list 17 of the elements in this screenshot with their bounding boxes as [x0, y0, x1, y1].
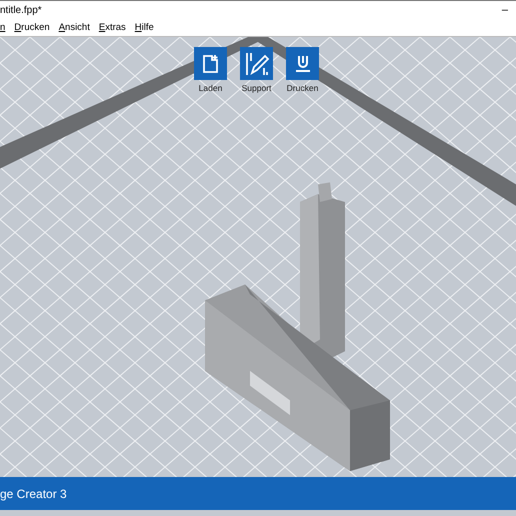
status-text: ge Creator 3 — [0, 486, 67, 502]
file-plus-icon — [202, 54, 220, 74]
menu-item[interactable]: Drucken — [14, 22, 50, 32]
toolbar-button[interactable] — [194, 47, 227, 80]
menu-item[interactable]: Ansicht — [58, 22, 90, 32]
download-icon — [294, 54, 312, 74]
menu-item[interactable]: n — [0, 22, 6, 32]
toolbar-label: Laden — [198, 84, 222, 92]
menu-item[interactable]: Hilfe — [134, 22, 154, 32]
window-title: ntitle.fpp* — [0, 4, 42, 18]
toolbar-button[interactable] — [286, 47, 319, 80]
toolbar-label: Drucken — [286, 84, 318, 92]
menu-item[interactable]: Extras — [98, 22, 126, 32]
minimize-button[interactable]: – — [498, 4, 512, 16]
pencil-bars-icon — [244, 50, 270, 76]
toolbar-label: Support — [242, 84, 272, 92]
toolbar-button[interactable] — [240, 47, 273, 80]
